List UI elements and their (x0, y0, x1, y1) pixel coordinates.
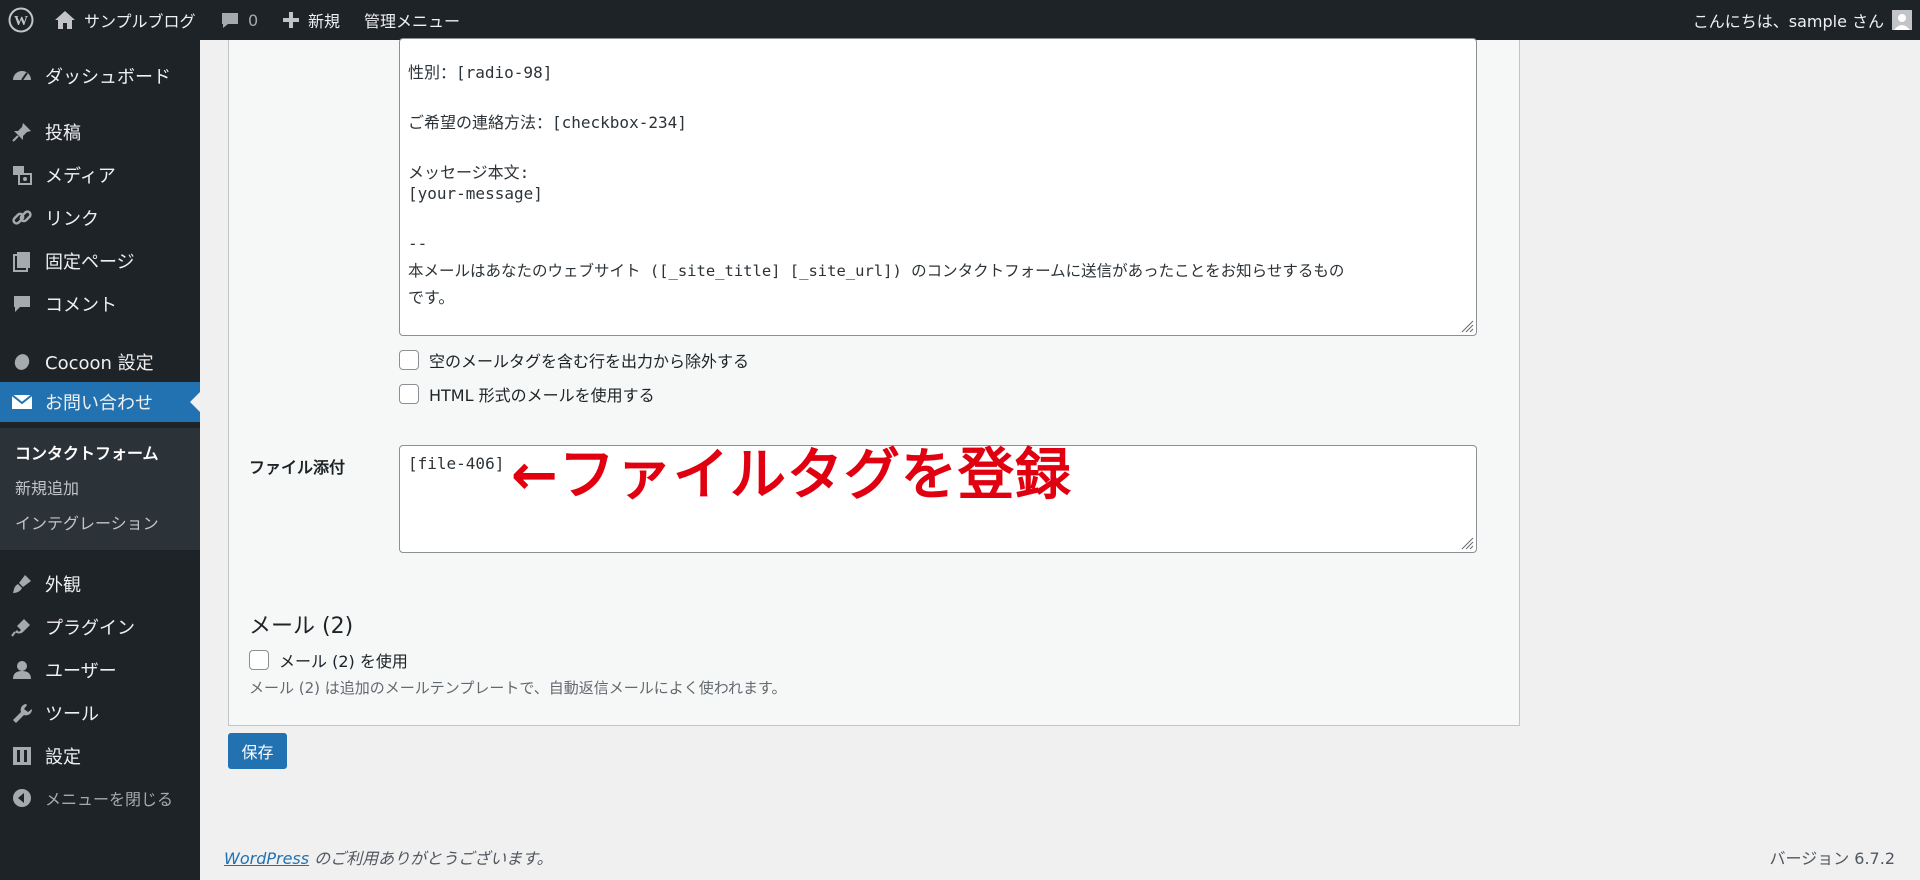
submenu-integration[interactable]: インテグレーション (15, 510, 159, 534)
mail2-description: メール (2) は追加のメールテンプレートで、自動返信メールによく使われます。 (249, 679, 787, 697)
admin-menu-link[interactable]: 管理メニュー (364, 0, 460, 40)
comment-icon (10, 292, 34, 316)
resize-handle-icon[interactable] (1460, 319, 1474, 333)
menu-media[interactable]: メディア (0, 155, 200, 195)
collapse-menu-button[interactable]: メニューを閉じる (0, 778, 200, 818)
use-html-label: HTML 形式のメールを使用する (429, 386, 655, 405)
pin-icon (10, 120, 34, 144)
dashboard-icon (10, 64, 34, 88)
new-content-link[interactable]: 新規 (282, 0, 340, 40)
resize-handle-icon[interactable] (1460, 536, 1474, 550)
mail2-option[interactable]: メール (2) を使用 (249, 648, 408, 672)
greeting-text: こんにちは、sample さん (1692, 12, 1884, 31)
admin-bar: W サンプルブログ 0 新規 管理メニュー こんにちは、sample さん (0, 0, 1920, 40)
menu-links[interactable]: リンク (0, 198, 200, 238)
mail-settings-panel: 性別：[radio-98] ご希望の連絡方法：[checkbox-234] メッ… (228, 38, 1520, 726)
message-line: 本メールはあなたのウェブサイト ([_site_title] [_site_ur… (408, 262, 1345, 280)
home-icon (54, 9, 76, 31)
menu-pages[interactable]: 固定ページ (0, 241, 200, 281)
exclude-blank-option[interactable]: 空のメールタグを含む行を出力から除外する (399, 348, 749, 372)
red-annotation: ←ファイルタグを登録 (511, 443, 1072, 508)
message-body-textarea[interactable]: 性別：[radio-98] ご希望の連絡方法：[checkbox-234] メッ… (399, 38, 1477, 336)
message-line: メッセージ本文: (408, 163, 530, 182)
message-line: です。 (408, 288, 455, 307)
collapse-icon (10, 786, 34, 810)
exclude-blank-label: 空のメールタグを含む行を出力から除外する (429, 352, 750, 371)
wordpress-logo-icon[interactable]: W (8, 0, 34, 40)
plugin-icon (10, 615, 34, 639)
menu-tools[interactable]: ツール (0, 693, 200, 733)
cocoon-icon (10, 350, 34, 374)
menu-contact[interactable]: お問い合わせ (0, 382, 200, 422)
menu-cocoon-settings[interactable]: Cocoon 設定 (0, 342, 200, 382)
plus-icon (282, 11, 300, 29)
site-name-link[interactable]: サンプルブログ (54, 0, 196, 40)
submenu-add-new[interactable]: 新規追加 (15, 475, 79, 499)
comment-bubble-icon (220, 10, 240, 30)
menu-appearance[interactable]: 外観 (0, 564, 200, 604)
menu-posts[interactable]: 投稿 (0, 112, 200, 152)
admin-menu-label: 管理メニュー (364, 12, 461, 31)
wordpress-link[interactable]: WordPress (224, 849, 309, 868)
exclude-blank-checkbox[interactable] (399, 350, 419, 370)
admin-sidebar: ダッシュボード 投稿 メディア リンク 固定ページ コメント Cocoon 設定… (0, 40, 200, 880)
file-attachments-label: ファイル添付 (249, 458, 346, 477)
footer-thanks-text: のご利用ありがとうございます。 (309, 849, 553, 868)
use-html-checkbox[interactable] (399, 384, 419, 404)
menu-plugins[interactable]: プラグイン (0, 607, 200, 647)
link-icon (10, 206, 34, 230)
message-line: [your-message] (408, 184, 543, 203)
new-label: 新規 (308, 12, 341, 31)
use-html-option[interactable]: HTML 形式のメールを使用する (399, 382, 655, 406)
mail2-checkbox-label: メール (2) を使用 (279, 652, 408, 671)
message-line: 性別：[radio-98] (408, 63, 553, 82)
settings-icon (10, 744, 34, 768)
user-icon (10, 658, 34, 682)
footer-version: バージョン 6.7.2 (1769, 849, 1895, 868)
menu-comments[interactable]: コメント (0, 284, 200, 324)
page-icon (10, 249, 34, 273)
comments-link[interactable]: 0 (220, 0, 258, 40)
message-line: ご希望の連絡方法：[checkbox-234] (408, 113, 687, 132)
save-button[interactable]: 保存 (228, 733, 287, 769)
account-menu[interactable]: こんにちは、sample さん (1693, 0, 1912, 40)
site-name: サンプルブログ (84, 12, 196, 31)
avatar (1892, 10, 1912, 30)
file-attachments-value: [file-406] (408, 454, 505, 473)
menu-settings[interactable]: 設定 (0, 736, 200, 776)
mail-icon (10, 390, 34, 414)
message-line: -- (408, 234, 428, 253)
mail2-checkbox[interactable] (249, 650, 269, 670)
submenu-contact-forms[interactable]: コンタクトフォーム (15, 440, 159, 464)
media-icon (10, 163, 34, 187)
brush-icon (10, 572, 34, 596)
svg-text:W: W (14, 14, 28, 29)
menu-users[interactable]: ユーザー (0, 650, 200, 690)
mail2-title: メール (2) (249, 614, 354, 639)
menu-dashboard[interactable]: ダッシュボード (0, 56, 200, 96)
contact-submenu: コンタクトフォーム 新規追加 インテグレーション (0, 428, 200, 550)
comments-count: 0 (248, 10, 259, 30)
footer-thanks: WordPress のご利用ありがとうございます。 (224, 845, 553, 869)
wrench-icon (10, 701, 34, 725)
